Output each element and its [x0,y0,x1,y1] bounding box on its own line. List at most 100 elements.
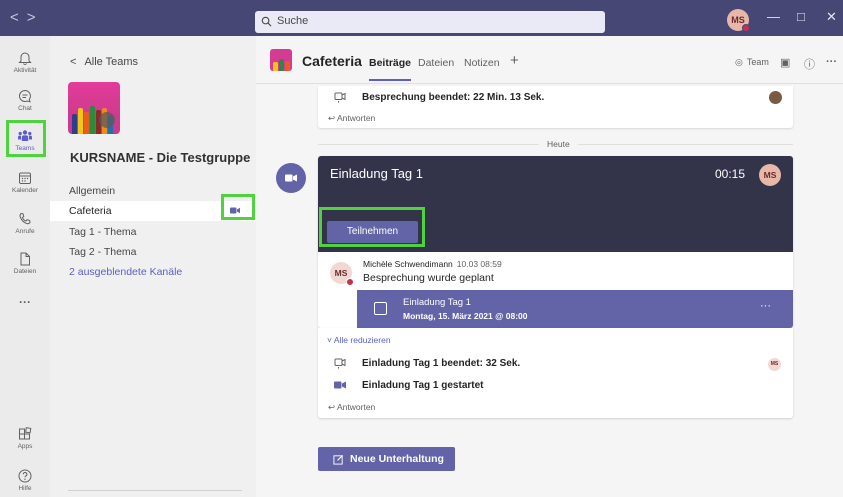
video-camera-icon [285,174,297,182]
participant-avatar [769,91,782,104]
tab-beitraege[interactable]: Beiträge [369,57,412,81]
search-input[interactable]: Suche [255,11,605,33]
rail-item-calls[interactable]: Anrufe [0,207,50,247]
rail-item-files[interactable]: Dateien [0,247,50,287]
channel-label: Cafeteria [69,205,112,217]
close-button[interactable]: ✕ [826,9,837,25]
status-busy-icon [742,24,750,32]
reply-label: Antworten [337,402,376,412]
all-teams-label: Alle Teams [84,56,139,68]
calendar-icon [19,172,31,184]
rail-label: Dateien [13,268,37,275]
rail-item-chat[interactable]: Chat [0,84,50,124]
channel-header: Cafeteria Beiträge Dateien Notizen + ◎ Te… [256,36,843,84]
meeting-ended-icon [334,92,346,103]
meeting-title: Einladung Tag 1 [330,166,424,181]
meeting-thread-replies: ˅ Alle reduzieren Einladung Tag 1 beende… [318,328,793,418]
channel-title: Cafeteria [302,53,362,69]
meeting-ended-text: Besprechung beendet: 22 Min. 13 Sek. [362,92,545,103]
channel-label: Tag 2 - Thema [69,246,137,258]
invite-title: Einladung Tag 1 [403,297,471,308]
main-area: Cafeteria Beiträge Dateien Notizen + ◎ Te… [256,36,843,497]
date-divider-label: Heute [539,139,578,149]
video-camera-icon [334,381,346,389]
meet-now-icon[interactable]: ▣ [780,56,790,69]
title-bar: <> Suche MS — □ ✕ [0,0,843,36]
reply-button[interactable]: ↩ Antworten [328,113,375,124]
new-conversation-button[interactable]: Neue Unterhaltung [318,447,455,471]
apps-icon [19,427,32,440]
search-placeholder: Suche [277,15,309,27]
channel-item-tag2[interactable]: Tag 2 - Thema [50,242,256,262]
team-avatar[interactable] [68,82,120,134]
collapse-all-link[interactable]: ˅ Alle reduzieren [327,335,391,345]
user-avatar[interactable]: MS [727,9,750,32]
invite-more-icon[interactable]: ··· [760,300,771,312]
rail-label: Apps [17,443,33,450]
chat-icon [19,89,31,103]
bell-icon [18,52,32,66]
teams-highlight-box [6,120,46,157]
meeting-avatar: MS [759,164,781,186]
author-avatar[interactable]: MS [330,262,354,286]
meeting-ended-icon [334,358,346,369]
back-arrow-icon[interactable]: < [10,9,27,26]
info-icon[interactable]: ⓘ [804,56,815,72]
channel-label: Allgemein [69,185,116,197]
all-teams-link[interactable]: < Alle Teams [70,56,138,68]
collapse-all-label: Alle reduzieren [333,335,391,345]
participant-avatar: MS [768,358,781,371]
message-author: Michèle Schwendimann 10.03 08:59 [363,259,502,269]
rail-label: Aktivität [13,67,37,74]
rail-item-calendar[interactable]: Kalender [0,166,50,206]
calendar-icon [374,302,387,315]
user-initials: MS [731,15,745,25]
more-options-icon[interactable]: ··· [826,56,837,68]
history-nav: <> [10,9,44,26]
channel-team-logo [270,49,292,71]
forward-arrow-icon[interactable]: > [27,9,44,26]
rail-label: Chat [18,105,32,112]
reply-arrow-icon: ↩ [328,113,338,123]
message-timestamp: 10.03 08:59 [456,259,502,269]
team-eye-icon: ◎ [735,57,743,67]
team-button[interactable]: ◎ Team [727,53,775,73]
channel-panel: < Alle Teams KURSNAME - Die Testgruppe Al… [50,36,256,497]
more-apps-button[interactable]: ··· [0,295,50,335]
teams-window: <> Suche MS — □ ✕ Aktivität Chat Teams K… [0,0,843,497]
rail-label: Anrufe [15,228,35,235]
meeting-thread-icon [276,163,306,193]
team-name: KURSNAME - Die Testgruppe [70,150,251,165]
previous-meeting-card: Besprechung beendet: 22 Min. 13 Sek. ↩ A… [318,86,793,128]
new-conversation-label: Neue Unterhaltung [350,453,444,465]
edit-pencil-icon[interactable] [99,112,115,128]
channel-item-tag1[interactable]: Tag 1 - Thema [50,222,256,242]
reply-label: Antworten [337,113,376,123]
add-tab-button[interactable]: + [510,52,519,69]
maximize-button[interactable]: □ [797,9,805,24]
hidden-channels-link[interactable]: 2 ausgeblendete Kanäle [50,262,256,282]
rail-item-activity[interactable]: Aktivität [0,46,50,86]
rail-item-help[interactable]: Hilfe [0,464,50,497]
team-button-label: Team [746,57,769,67]
rail-label: Hilfe [18,485,32,492]
invite-date: Montag, 15. März 2021 @ 08:00 [403,311,528,321]
search-icon [261,16,272,27]
join-highlight-box [319,207,425,247]
meeting-invite-card[interactable]: Einladung Tag 1 Montag, 15. März 2021 @ … [357,290,793,328]
author-name: Michèle Schwendimann [363,259,453,269]
hidden-channels-label: 2 ausgeblendete Kanäle [69,266,183,278]
compose-icon [333,454,344,465]
tab-notizen[interactable]: Notizen [464,57,500,69]
phone-icon [19,212,31,225]
tab-dateien[interactable]: Dateien [418,57,454,69]
meeting-duration: 00:15 [715,167,746,181]
channel-label: Tag 1 - Thema [69,226,137,238]
minimize-button[interactable]: — [767,9,780,24]
rail-item-apps[interactable]: Apps [0,422,50,462]
reply-arrow-icon: ↩ [328,402,338,412]
chevron-up-icon: ˅ [327,335,334,345]
reply-button[interactable]: ↩ Antworten [328,402,375,413]
meeting-started-text: Einladung Tag 1 gestartet [362,380,484,391]
more-icon: ··· [19,295,31,309]
